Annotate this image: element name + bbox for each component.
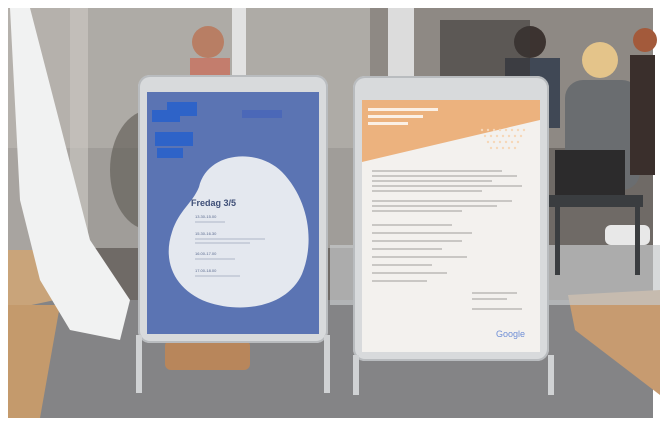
left-sign-leg	[324, 335, 330, 393]
left-sign-leg	[136, 335, 142, 393]
schedule-detail	[195, 258, 235, 260]
tent-background	[0, 0, 661, 426]
left-sign-poster: Fredag 3/5 13.30-15.00 15.30-16.30 16.00…	[147, 92, 319, 334]
right-sign-banner	[362, 100, 540, 310]
google-logo: Google	[496, 329, 526, 339]
schedule-detail	[195, 238, 265, 240]
schedule-time: 17.00-18.00	[195, 268, 217, 273]
schedule-detail	[195, 221, 225, 223]
schedule-detail	[195, 242, 250, 244]
schedule-time: 16.00-17.00	[195, 251, 217, 256]
photo-scene: Fredag 3/5 13.30-15.00 15.30-16.30 16.00…	[0, 0, 661, 426]
schedule-detail	[195, 275, 240, 277]
left-sign-graphic	[152, 102, 309, 308]
left-sign-title: Fredag 3/5	[191, 198, 237, 208]
right-sign-leg	[548, 355, 554, 395]
schedule-time: 15.30-16.30	[195, 231, 217, 236]
right-sign-leg	[353, 355, 359, 395]
right-sign-poster: Google	[362, 100, 540, 352]
schedule-time: 13.30-15.00	[195, 214, 217, 219]
